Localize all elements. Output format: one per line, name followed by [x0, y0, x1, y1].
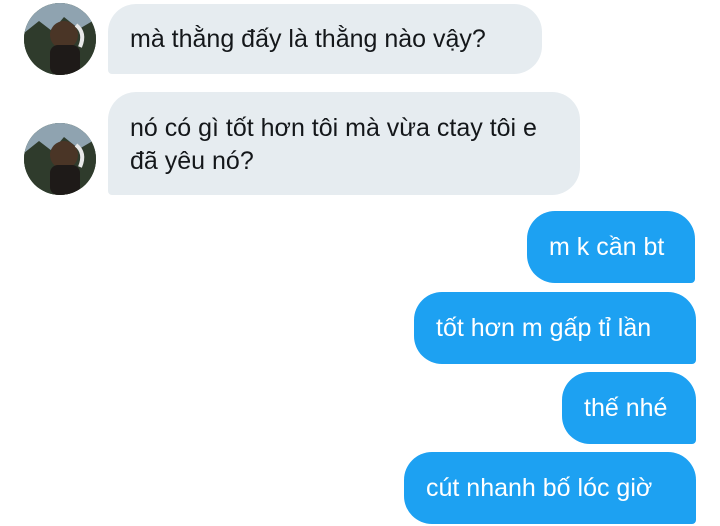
user-avatar[interactable] — [24, 3, 96, 75]
message-text: nó có gì tốt hơn tôi mà vừa ctay tôi e đ… — [130, 114, 537, 175]
message-text: thế nhé — [584, 394, 668, 422]
message-outgoing[interactable]: cút nhanh bố lóc giờ — [404, 452, 696, 524]
message-text: m k cần bt — [549, 233, 665, 261]
message-outgoing[interactable]: m k cần bt — [527, 211, 695, 283]
message-incoming[interactable]: nó có gì tốt hơn tôi mà vừa ctay tôi e đ… — [108, 92, 580, 195]
message-text: cút nhanh bố lóc giờ — [426, 474, 653, 502]
message-outgoing[interactable]: tốt hơn m gấp tỉ lần — [414, 292, 696, 364]
user-avatar[interactable] — [24, 123, 96, 195]
message-outgoing[interactable]: thế nhé — [562, 372, 696, 444]
avatar-photo-icon — [24, 3, 96, 75]
message-incoming[interactable]: mà thằng đấy là thằng nào vậy? — [108, 4, 542, 74]
message-text: mà thằng đấy là thằng nào vậy? — [130, 25, 486, 53]
message-text: tốt hơn m gấp tỉ lần — [436, 314, 652, 342]
avatar-photo-icon — [24, 123, 96, 195]
